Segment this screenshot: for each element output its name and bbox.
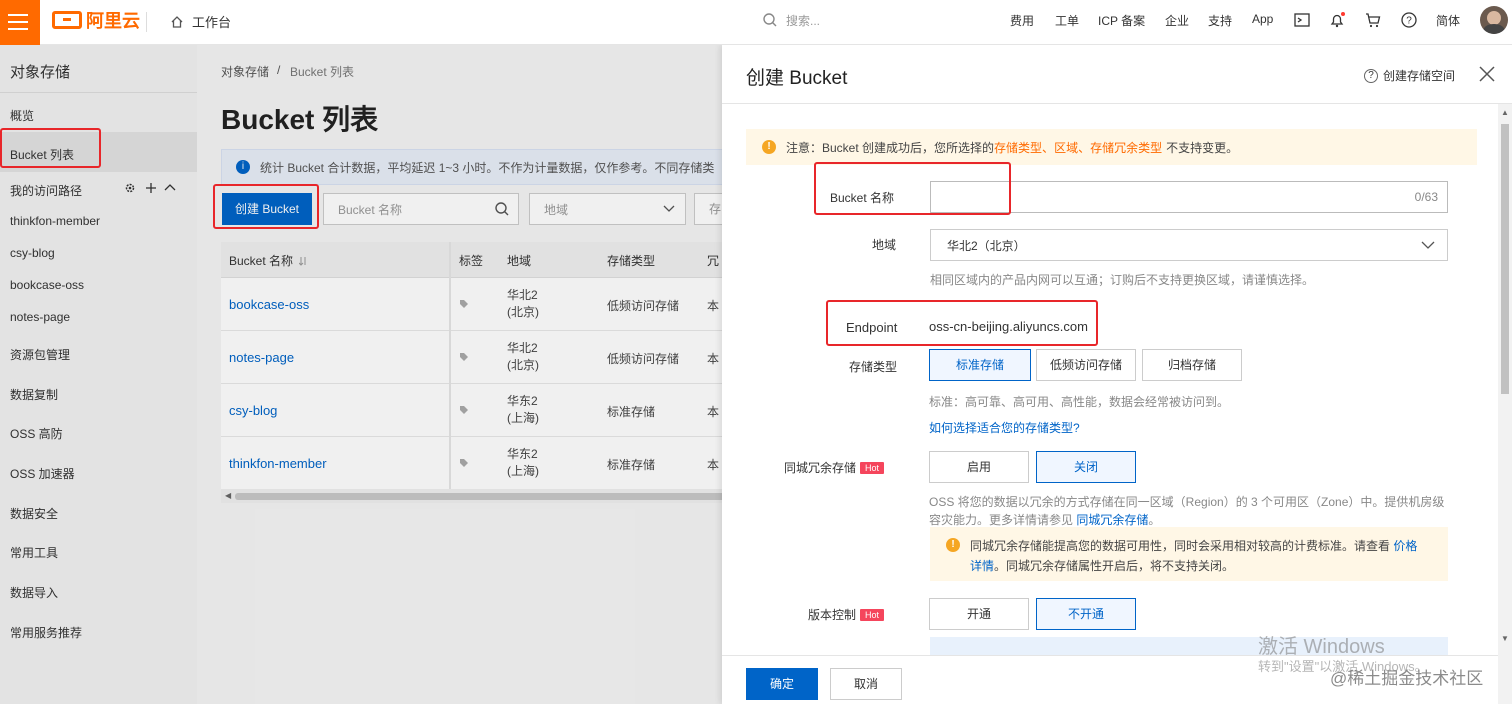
windows-activation-watermark: 激活 Windows [1258, 636, 1385, 658]
char-counter: 0/63 [1414, 190, 1438, 204]
drawer-title: 创建 Bucket [746, 68, 848, 89]
nav-support[interactable]: 支持 [1208, 12, 1232, 29]
redundancy-option-disable[interactable]: 关闭 [1036, 451, 1136, 483]
menu-icon[interactable] [0, 0, 40, 45]
terminal-icon[interactable] [1293, 11, 1311, 29]
top-bar: 阿里云 工作台 搜索... 费用 工单 ICP 备案 企业 支持 App ? 简… [0, 0, 1512, 45]
warning-separator: 、 [1078, 140, 1091, 155]
redundancy-option-enable[interactable]: 启用 [929, 451, 1029, 483]
divider [146, 12, 147, 32]
confirm-button[interactable]: 确定 [746, 668, 818, 700]
warning-highlight: 存储冗余类型 [1090, 140, 1163, 155]
warning-separator: 、 [1042, 140, 1055, 155]
warning-icon: ! [946, 538, 960, 552]
warning-icon: ! [762, 140, 776, 154]
redundancy-hint: OSS 将您的数据以冗余的方式存储在同一区域（Region）的 3 个可用区（Z… [929, 495, 1445, 509]
price-link[interactable]: 价格 [1393, 539, 1417, 553]
avatar[interactable] [1480, 6, 1508, 34]
annotation-box [814, 162, 1011, 215]
vertical-scrollbar[interactable]: ▲ ▼ [1498, 104, 1512, 704]
logo-text: 阿里云 [86, 11, 140, 31]
cancel-button[interactable]: 取消 [830, 668, 902, 700]
site-watermark: @稀土掘金技术社区 [1330, 669, 1484, 688]
annotation-box [826, 300, 1098, 346]
redundancy-hint-line2: 容灾能力。更多详情请参见 同城冗余存储。 [929, 511, 1160, 528]
annotation-box [0, 128, 101, 168]
storage-option-standard[interactable]: 标准存储 [929, 349, 1031, 381]
storage-hint: 标准：高可靠、高可用、高性能，数据会经常被访问到。 [929, 395, 1230, 409]
redundancy-hint-end: 。 [1148, 513, 1161, 527]
scroll-up-icon[interactable]: ▲ [1501, 108, 1509, 117]
storage-type-label: 存储类型 [849, 360, 898, 374]
note-text-end: 。同城冗余存储属性开启后，将不支持关闭。 [994, 559, 1235, 573]
workbench-link[interactable]: 工作台 [170, 12, 231, 31]
cart-icon[interactable] [1364, 11, 1382, 29]
redundancy-label: 同城冗余存储 [784, 461, 857, 475]
scroll-down-icon[interactable]: ▼ [1501, 634, 1509, 643]
region-hint: 相同区域内的产品内网可以互通；订购后不支持更换区域，请谨慎选择。 [930, 273, 1315, 287]
modal-overlay[interactable] [0, 45, 722, 704]
warning-highlight: 区域 [1054, 140, 1079, 155]
redundancy-note-text: 同城冗余存储能提高您的数据可用性，同时会采用相对较高的计费标准。请查看 价格 详… [970, 536, 1430, 576]
bell-icon[interactable] [1328, 11, 1346, 29]
warning-text: 注意：Bucket 创建成功后，您所选择的 [786, 140, 995, 155]
version-option-on[interactable]: 开通 [929, 598, 1029, 630]
storage-option-ia[interactable]: 低频访问存储 [1036, 349, 1136, 381]
nav-enterprise[interactable]: 企业 [1165, 12, 1189, 29]
note-text: 同城冗余存储能提高您的数据可用性，同时会采用相对较高的计费标准。请查看 [970, 539, 1391, 553]
redundancy-doc-link[interactable]: 同城冗余存储 [1076, 513, 1148, 527]
redundancy-hint-text: 容灾能力。更多详情请参见 [929, 513, 1074, 527]
help-icon[interactable]: ? [1400, 11, 1418, 29]
question-icon: ? [1364, 68, 1378, 83]
svg-text:?: ? [1406, 16, 1412, 27]
nav-icp[interactable]: ICP 备案 [1098, 12, 1145, 29]
home-icon [171, 15, 183, 28]
aliyun-logo[interactable]: 阿里云 [52, 9, 140, 31]
version-label-group: 版本控制 Hot [808, 606, 885, 623]
help-text: 创建存储空间 [1383, 69, 1456, 83]
chevron-down-icon [1421, 241, 1435, 249]
search-icon [763, 13, 777, 27]
close-icon[interactable] [1478, 65, 1496, 83]
hot-badge: Hot [860, 609, 885, 621]
language-switch[interactable]: 简体 [1436, 12, 1460, 29]
aliyun-logo-icon [52, 11, 82, 29]
price-detail-link[interactable]: 详情 [970, 559, 994, 573]
version-label: 版本控制 [808, 608, 857, 622]
warning-text-end: 不支持变更。 [1166, 140, 1239, 155]
version-option-off[interactable]: 不开通 [1036, 598, 1136, 630]
warning-banner: ! 注意：Bucket 创建成功后，您所选择的 存储类型 、 区域 、 存储冗余… [746, 129, 1477, 165]
redundancy-label-group: 同城冗余存储 Hot [784, 459, 885, 476]
create-bucket-drawer: 创建 Bucket ? 创建存储空间 ! 注意：Bucket 创建成功后，您所选… [722, 45, 1512, 704]
region-label: 地域 [872, 238, 897, 252]
warning-highlight: 存储类型 [994, 140, 1043, 155]
hot-badge: Hot [860, 462, 885, 474]
redundancy-note: ! 同城冗余存储能提高您的数据可用性，同时会采用相对较高的计费标准。请查看 价格… [930, 527, 1448, 581]
nav-app[interactable]: App [1252, 12, 1273, 26]
annotation-box [213, 184, 319, 229]
region-value: 华北2（北京） [947, 238, 1026, 253]
region-select[interactable]: 华北2（北京） [930, 229, 1448, 261]
search-input[interactable]: 搜索... [752, 8, 992, 32]
storage-help-link[interactable]: 如何选择适合您的存储类型? [929, 419, 1080, 436]
workbench-label: 工作台 [192, 15, 232, 30]
scrollbar-thumb[interactable] [1501, 124, 1509, 394]
create-bucket-help-link[interactable]: ? 创建存储空间 [1364, 67, 1455, 84]
storage-option-archive[interactable]: 归档存储 [1142, 349, 1242, 381]
nav-tickets[interactable]: 工单 [1055, 12, 1079, 29]
nav-billing[interactable]: 费用 [1010, 12, 1034, 29]
divider [722, 103, 1512, 104]
search-placeholder: 搜索... [786, 13, 821, 28]
